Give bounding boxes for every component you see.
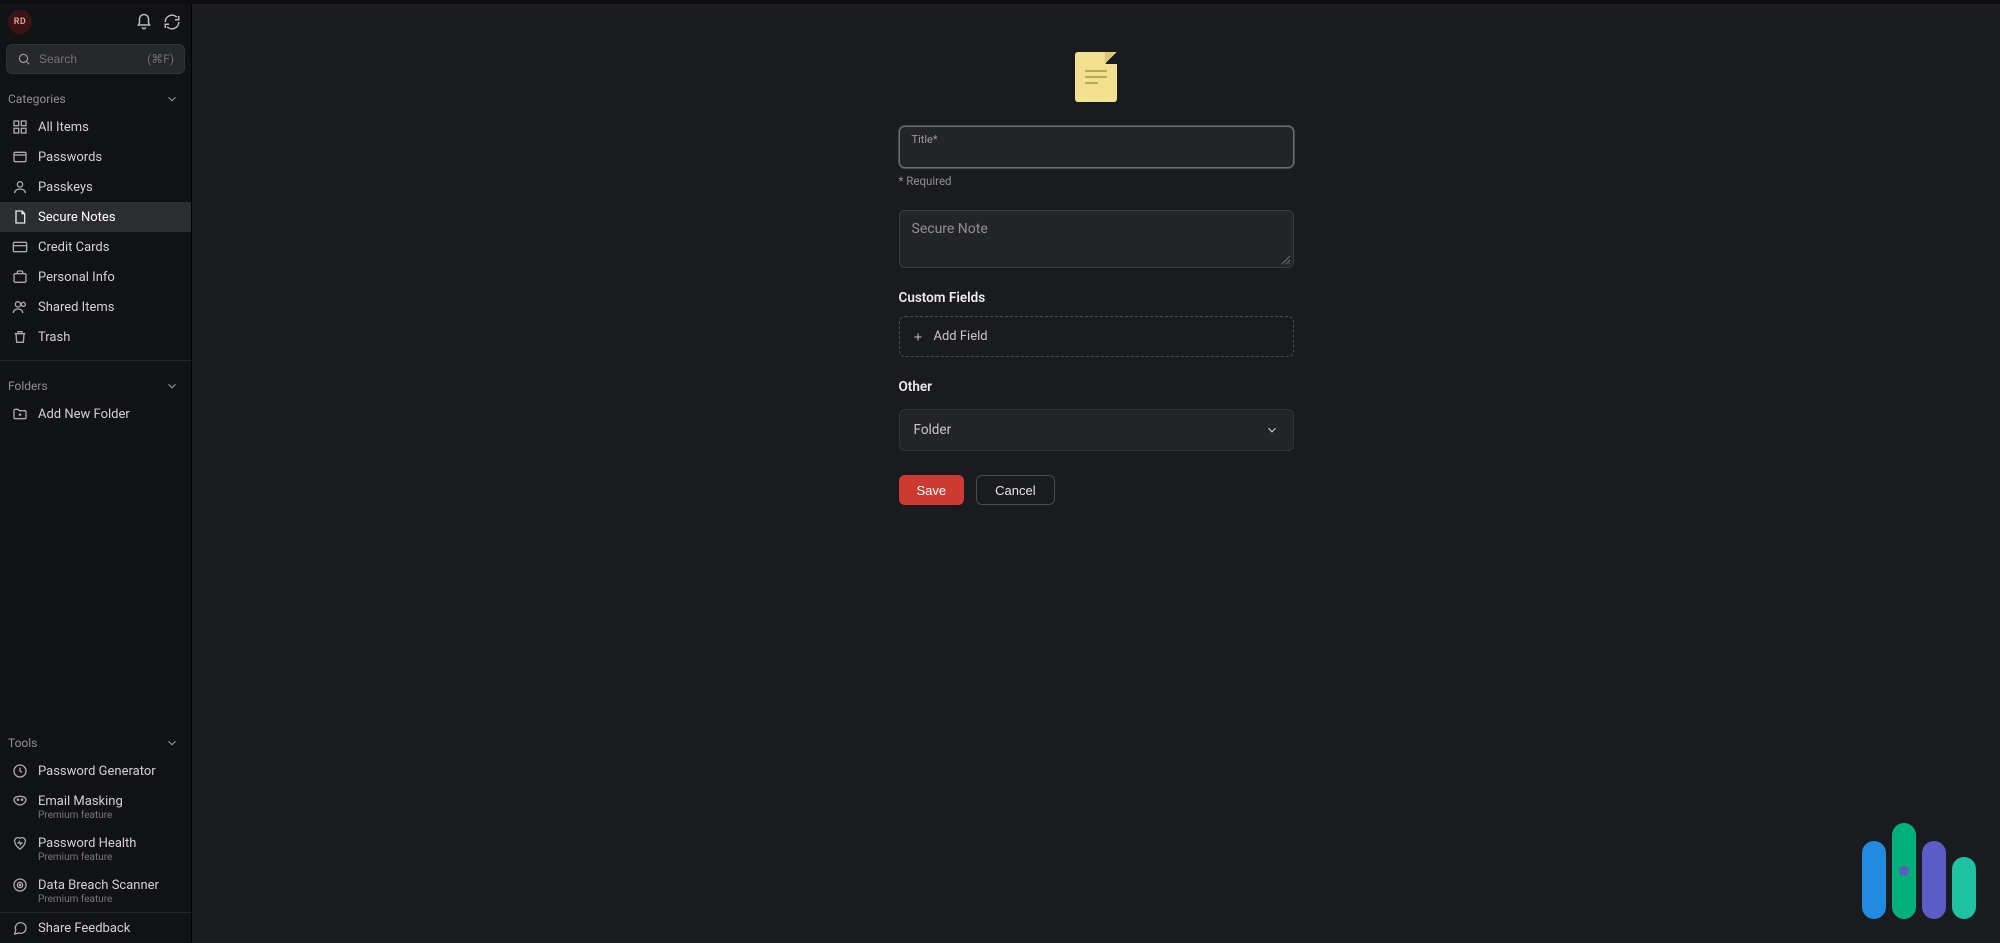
search-input[interactable]: (⌘F)	[6, 44, 185, 74]
section-header-categories[interactable]: Categories	[0, 82, 191, 112]
sidebar-item-password-generator[interactable]: Password Generator	[0, 756, 191, 786]
grid-icon	[12, 119, 28, 135]
other-header: Other	[899, 379, 1294, 395]
secure-note-textarea[interactable]	[912, 221, 1281, 253]
sidebar-item-label: Password Generator	[38, 764, 156, 779]
sidebar-item-shared-items[interactable]: Shared Items	[0, 292, 191, 322]
cancel-button[interactable]: Cancel	[976, 475, 1054, 505]
mask-icon	[12, 793, 28, 809]
sync-icon[interactable]	[163, 13, 181, 31]
sidebar-item-add-new-folder[interactable]: Add New Folder	[0, 399, 191, 429]
add-field-label: Add Field	[934, 329, 988, 344]
section-label: Folders	[8, 379, 48, 393]
sidebar-item-email-masking[interactable]: Email Masking Premium feature	[0, 786, 191, 828]
save-button[interactable]: Save	[899, 475, 965, 505]
note-type-icon	[899, 52, 1294, 102]
credit-card-icon	[12, 239, 28, 255]
chevron-down-icon	[1265, 423, 1279, 437]
search-field[interactable]	[39, 52, 139, 66]
title-label: Title*	[912, 133, 1281, 146]
premium-badge: Premium feature	[12, 853, 112, 863]
plus-icon	[912, 331, 924, 343]
secure-note-field[interactable]	[899, 210, 1294, 268]
sidebar-header: RD	[0, 0, 191, 40]
assistant-widget[interactable]	[1862, 823, 1976, 919]
chevron-down-icon	[165, 736, 179, 750]
sidebar-item-label: Password Health	[38, 836, 136, 851]
widget-bar	[1952, 857, 1976, 919]
sidebar-item-label: All Items	[38, 120, 89, 135]
section-header-folders[interactable]: Folders	[0, 369, 191, 399]
sidebar-item-label: Data Breach Scanner	[38, 878, 159, 893]
search-hint: (⌘F)	[147, 52, 174, 66]
chat-icon	[12, 920, 28, 936]
sidebar-item-data-breach-scanner[interactable]: Data Breach Scanner Premium feature	[0, 870, 191, 912]
folder-select[interactable]: Folder	[899, 409, 1294, 451]
sidebar: RD (⌘F) Categories	[0, 0, 192, 943]
users-icon	[12, 299, 28, 315]
widget-bar	[1862, 841, 1886, 919]
premium-badge: Premium feature	[12, 811, 112, 821]
sidebar-item-label: Secure Notes	[38, 210, 116, 225]
chevron-down-icon	[165, 379, 179, 393]
heart-pulse-icon	[12, 835, 28, 851]
sidebar-item-label: Shared Items	[38, 300, 114, 315]
sidebar-item-passkeys[interactable]: Passkeys	[0, 172, 191, 202]
sidebar-item-password-health[interactable]: Password Health Premium feature	[0, 828, 191, 870]
sidebar-item-label: Email Masking	[38, 794, 123, 809]
window-top-stripe	[0, 0, 2000, 4]
required-note: * Required	[899, 174, 1294, 188]
main-content: Title* * Required Custom Fields Add Fiel…	[192, 0, 2000, 943]
sidebar-item-label: Personal Info	[38, 270, 115, 285]
add-field-button[interactable]: Add Field	[899, 316, 1294, 357]
sidebar-item-passwords[interactable]: Passwords	[0, 142, 191, 172]
widget-bar	[1892, 823, 1916, 919]
avatar[interactable]: RD	[8, 10, 32, 34]
sidebar-item-label: Share Feedback	[38, 921, 130, 936]
title-input[interactable]	[912, 149, 1281, 165]
sidebar-item-trash[interactable]: Trash	[0, 322, 191, 352]
trash-icon	[12, 329, 28, 345]
note-icon	[12, 209, 28, 225]
folder-plus-icon	[12, 406, 28, 422]
sidebar-item-personal-info[interactable]: Personal Info	[0, 262, 191, 292]
widget-dot	[1899, 866, 1909, 876]
divider	[0, 360, 191, 361]
sidebar-item-label: Trash	[38, 330, 70, 345]
section-label: Categories	[8, 92, 66, 106]
folder-select-label: Folder	[914, 422, 952, 438]
premium-badge: Premium feature	[12, 895, 112, 905]
sidebar-item-label: Add New Folder	[38, 407, 130, 422]
sidebar-item-secure-notes[interactable]: Secure Notes	[0, 202, 191, 232]
person-key-icon	[12, 179, 28, 195]
title-field[interactable]: Title*	[899, 126, 1294, 168]
globe-icon	[12, 149, 28, 165]
sidebar-item-all-items[interactable]: All Items	[0, 112, 191, 142]
search-icon	[17, 52, 31, 66]
resize-handle-icon[interactable]	[1281, 255, 1291, 265]
sidebar-item-credit-cards[interactable]: Credit Cards	[0, 232, 191, 262]
widget-bar	[1922, 841, 1946, 919]
secure-note-form: Title* * Required Custom Fields Add Fiel…	[899, 52, 1294, 943]
sidebar-item-label: Passkeys	[38, 180, 93, 195]
sidebar-item-label: Credit Cards	[38, 240, 109, 255]
section-label: Tools	[8, 736, 37, 750]
section-header-tools[interactable]: Tools	[0, 726, 191, 756]
notifications-icon[interactable]	[135, 13, 153, 31]
sidebar-item-label: Passwords	[38, 150, 102, 165]
custom-fields-header: Custom Fields	[899, 290, 1294, 306]
generator-icon	[12, 763, 28, 779]
form-buttons: Save Cancel	[899, 475, 1294, 505]
briefcase-icon	[12, 269, 28, 285]
sidebar-item-share-feedback[interactable]: Share Feedback	[0, 913, 191, 943]
avatar-initials: RD	[14, 17, 27, 27]
chevron-down-icon	[165, 92, 179, 106]
radar-icon	[12, 877, 28, 893]
